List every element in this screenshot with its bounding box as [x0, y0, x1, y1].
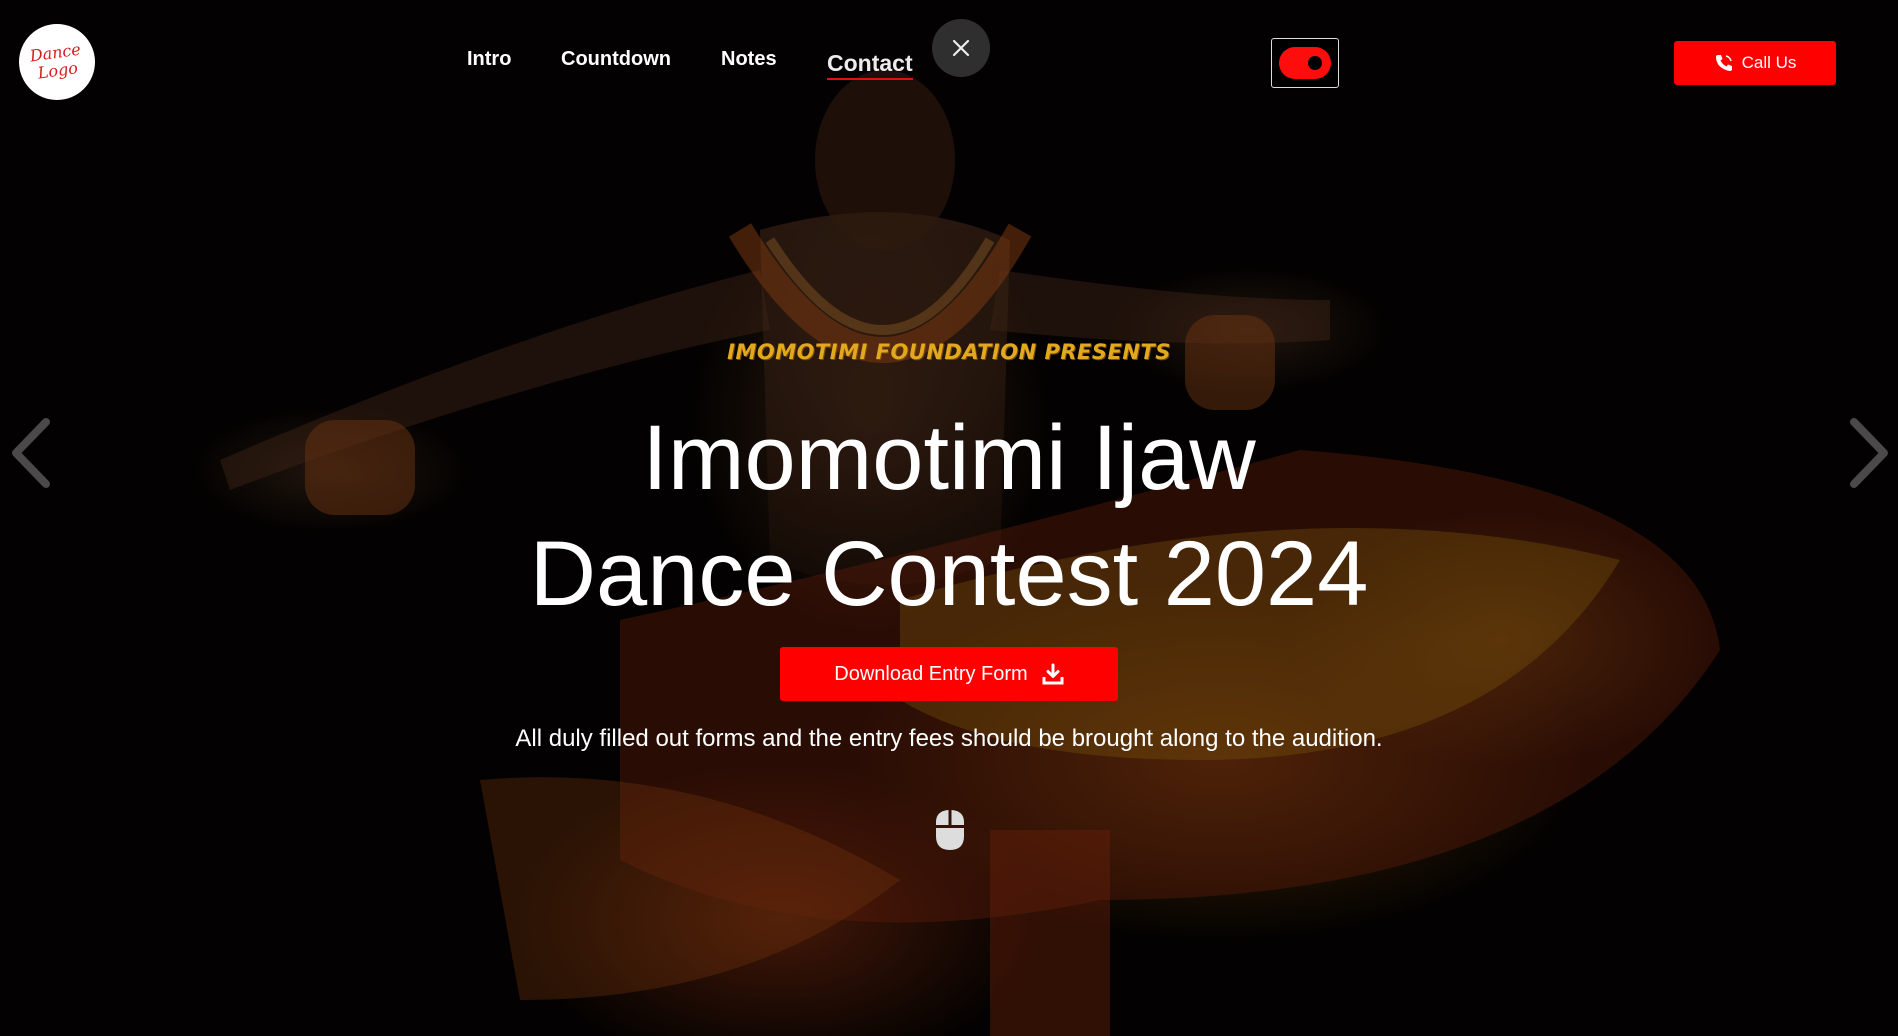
close-button[interactable]: [932, 19, 990, 77]
scroll-indicator[interactable]: [934, 808, 966, 857]
logo-text: Dance Logo: [29, 39, 83, 83]
call-us-button[interactable]: Call Us: [1674, 41, 1836, 85]
theme-toggle[interactable]: [1271, 38, 1339, 88]
download-button-label: Download Entry Form: [834, 662, 1028, 685]
presents-tagline: IMOMOTIMI FOUNDATION PRESENTS: [727, 340, 1171, 364]
nav-item-notes[interactable]: Notes: [721, 48, 777, 71]
nav-item-contact[interactable]: Contact: [827, 50, 913, 80]
download-icon: [1042, 663, 1064, 685]
hero-title-line1: Imomotimi Ijaw: [642, 407, 1256, 509]
close-icon: [952, 39, 970, 57]
call-us-label: Call Us: [1741, 53, 1797, 72]
download-entry-form-button[interactable]: Download Entry Form: [780, 647, 1118, 701]
site-logo[interactable]: Dance Logo: [19, 24, 95, 100]
mouse-icon: [936, 810, 964, 850]
phone-icon: [1715, 55, 1732, 71]
toggle-track: [1279, 47, 1331, 79]
nav-item-countdown[interactable]: Countdown: [561, 48, 671, 71]
hero-title-line2: Dance Contest 2024: [529, 523, 1369, 625]
entry-note: All duly filled out forms and the entry …: [515, 725, 1383, 752]
nav-item-intro[interactable]: Intro: [467, 48, 511, 71]
toggle-knob: [1308, 56, 1322, 70]
hero-title: Imomotimi Ijaw Dance Contest 2024: [0, 400, 1898, 632]
